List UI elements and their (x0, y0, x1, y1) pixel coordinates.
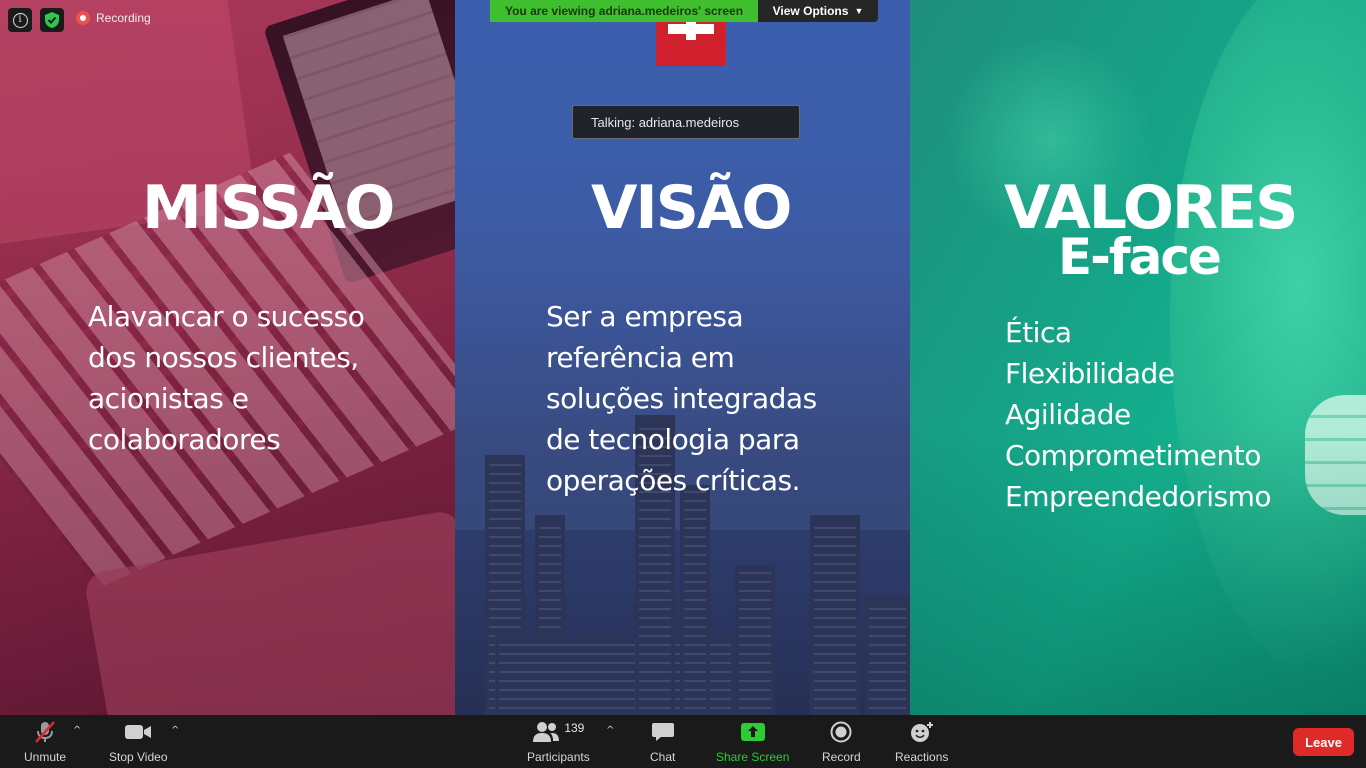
valores-item: Ética (1005, 316, 1072, 349)
valores-panel: VALORES E-face Ética Flexibilidade Agili… (910, 0, 1366, 715)
visao-line: soluções integradas (546, 382, 817, 415)
audio-options-caret[interactable]: ^ (73, 725, 81, 736)
visao-line: de tecnologia para (546, 423, 800, 456)
valores-item: Empreendedorismo (1005, 480, 1272, 513)
record-icon (830, 721, 852, 743)
missao-panel: MISSÃO Alavancar o sucesso dos nossos cl… (0, 0, 455, 715)
view-options-label: View Options (772, 4, 849, 18)
building (865, 595, 910, 715)
participants-label: Participants (527, 750, 590, 764)
video-camera-icon (125, 725, 152, 739)
record-label: Record (822, 750, 861, 764)
meeting-toolbar: Unmute ^ Stop Video ^ 139 Participants ^ (0, 715, 1366, 768)
viewing-text: You are viewing adriana.medeiros' screen (490, 0, 758, 22)
valores-item: Agilidade (1005, 398, 1131, 431)
record-button[interactable]: Record (822, 719, 861, 764)
participants-count: 139 (564, 721, 585, 735)
missao-title: MISSÃO (142, 173, 395, 243)
encryption-button[interactable] (40, 8, 64, 32)
visao-title: VISÃO (591, 173, 792, 243)
recording-indicator[interactable]: Recording (76, 11, 151, 25)
participants-button[interactable]: 139 Participants (527, 719, 590, 764)
missao-line: colaboradores (88, 423, 281, 456)
chat-label: Chat (650, 750, 676, 764)
view-options-button[interactable]: View Options ▼ (758, 0, 878, 22)
visao-text: Ser a empresa referência em soluções int… (546, 296, 817, 501)
missao-line: acionistas e (88, 382, 249, 415)
reactions-button[interactable]: Reactions (895, 719, 948, 764)
talking-indicator: Talking: adriana.medeiros (572, 105, 800, 139)
chevron-down-icon: ▼ (854, 6, 864, 16)
shield-icon (45, 12, 59, 28)
building (680, 485, 710, 715)
share-screen-button[interactable]: Share Screen (716, 719, 789, 764)
visao-line: Ser a empresa (546, 300, 744, 333)
unmute-button[interactable]: Unmute (24, 719, 66, 764)
building (810, 515, 860, 715)
valores-list: Ética Flexibilidade Agilidade Comprometi… (1005, 312, 1272, 517)
stop-video-button[interactable]: Stop Video (109, 719, 168, 764)
valores-item: Flexibilidade (1005, 357, 1175, 390)
stop-video-label: Stop Video (109, 750, 168, 764)
visao-line: operações críticas. (546, 464, 801, 497)
chat-button[interactable]: Chat (650, 719, 675, 764)
share-screen-icon (740, 723, 765, 741)
record-icon (76, 11, 90, 25)
talking-text: Talking: adriana.medeiros (591, 114, 740, 130)
info-icon: i (12, 12, 28, 28)
meeting-info-button[interactable]: i (8, 8, 32, 32)
valores-subtitle: E-face (1058, 228, 1222, 286)
unmute-label: Unmute (24, 750, 67, 764)
reactions-label: Reactions (895, 750, 949, 764)
valores-item: Comprometimento (1005, 439, 1261, 472)
visao-line: referência em (546, 341, 735, 374)
chat-icon (651, 723, 674, 741)
participants-options-caret[interactable]: ^ (606, 725, 614, 736)
recording-label: Recording (96, 11, 151, 25)
missao-text: Alavancar o sucesso dos nossos clientes,… (88, 296, 365, 460)
missao-line: dos nossos clientes, (88, 341, 359, 374)
leave-button[interactable]: Leave (1293, 728, 1354, 756)
building (735, 565, 775, 715)
video-options-caret[interactable]: ^ (171, 725, 179, 736)
viewing-banner: You are viewing adriana.medeiros' screen… (490, 0, 878, 22)
participants-icon (533, 722, 560, 742)
share-screen-label: Share Screen (716, 750, 790, 764)
muted-microphone-icon (35, 721, 55, 743)
missao-line: Alavancar o sucesso (88, 300, 365, 333)
reactions-icon (910, 722, 933, 742)
